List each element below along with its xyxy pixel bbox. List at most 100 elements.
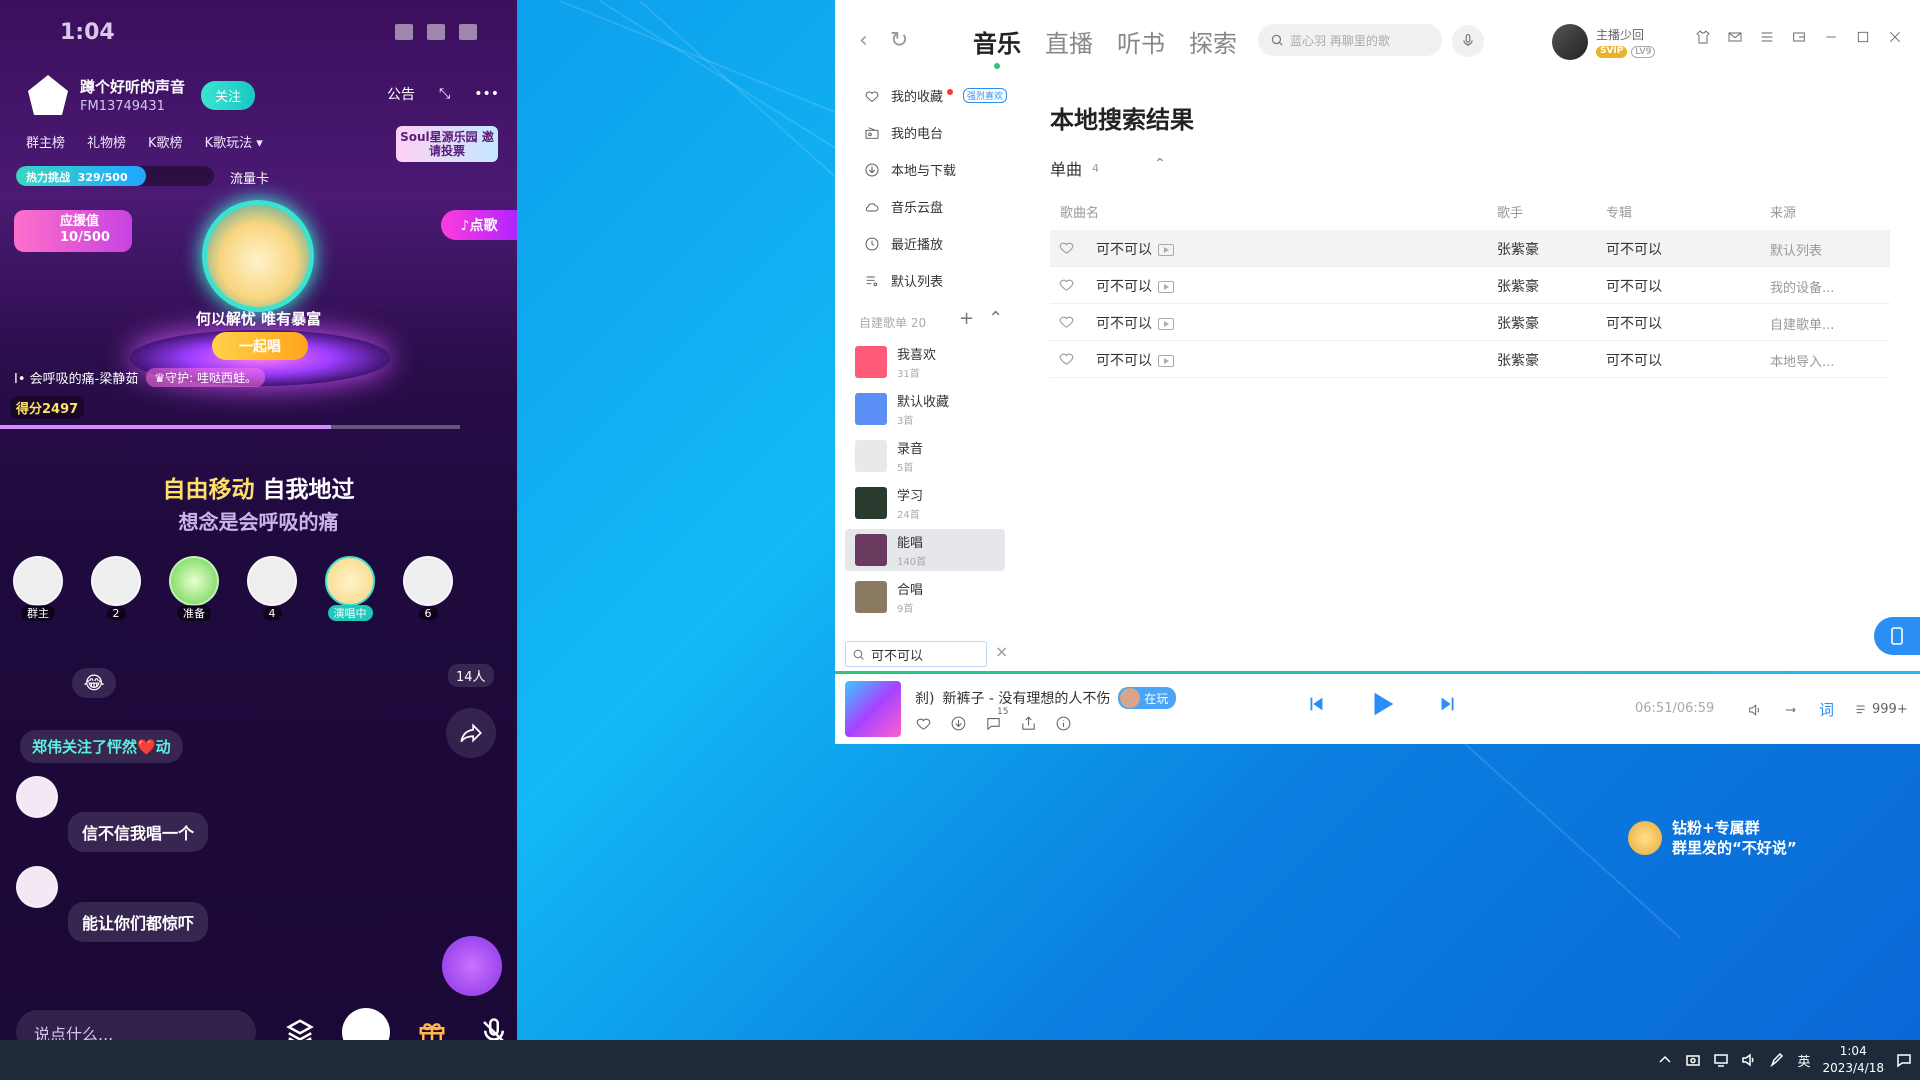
mv-icon[interactable]: [1158, 355, 1174, 367]
album-cell[interactable]: 可不可以: [1606, 276, 1662, 296]
guard-badge[interactable]: ♛守护: 哇哒西蛙。: [146, 368, 265, 387]
chevron-up-icon[interactable]: [1657, 1052, 1673, 1068]
minimize-button[interactable]: [1822, 28, 1840, 46]
announcement-button[interactable]: 公告: [387, 84, 415, 104]
info-icon[interactable]: [1055, 715, 1072, 732]
tab-music[interactable]: 音乐: [973, 24, 1021, 69]
heart-icon[interactable]: [915, 715, 932, 732]
album-cell[interactable]: 可不可以: [1606, 350, 1662, 370]
search-input[interactable]: 蓝心羽 再聊里的歌: [1258, 24, 1442, 56]
col-artist[interactable]: 歌手: [1497, 202, 1523, 221]
add-playlist-icon[interactable]: +: [959, 308, 974, 329]
playback-progress[interactable]: [835, 671, 1920, 674]
support-value-card[interactable]: 应援值 10/500: [14, 210, 132, 252]
maximize-button[interactable]: [1854, 28, 1872, 46]
album-cell[interactable]: 可不可以: [1606, 239, 1662, 259]
sidebar-item-radio[interactable]: 我的电台: [863, 123, 943, 142]
playlist-item[interactable]: 默认收藏 3首: [845, 388, 1005, 430]
artist-cell[interactable]: 张紫豪: [1497, 276, 1539, 296]
mic-seat[interactable]: 群主: [12, 556, 64, 621]
sidebar-item-cloud[interactable]: 音乐云盘: [863, 197, 943, 216]
chat-avatar[interactable]: [16, 866, 58, 908]
mail-button[interactable]: [1726, 28, 1744, 46]
clear-search-icon[interactable]: ×: [995, 642, 1008, 661]
play-icon[interactable]: [1367, 689, 1397, 719]
sidebar-item-favorites[interactable]: 我的收藏 强烈喜欢: [863, 86, 1008, 105]
volume-icon[interactable]: [1747, 702, 1763, 718]
artist-cell[interactable]: 张紫豪: [1497, 239, 1539, 259]
tab-gift-rank[interactable]: 礼物榜: [87, 132, 126, 151]
flow-card[interactable]: 流量卡: [230, 168, 269, 187]
local-search-input[interactable]: 可不可以: [845, 641, 987, 667]
volume-icon[interactable]: [1741, 1052, 1757, 1068]
user-profile[interactable]: 主播少回 SVIP LV9: [1552, 24, 1656, 60]
mini-mode-button[interactable]: [1790, 28, 1808, 46]
back-icon[interactable]: ‹: [859, 28, 868, 53]
like-button[interactable]: [1058, 239, 1075, 260]
play-mode-icon[interactable]: [1783, 702, 1799, 718]
sing-together-button[interactable]: 一起唱: [212, 332, 308, 360]
tab-owner-rank[interactable]: 群主榜: [26, 132, 65, 151]
follow-button[interactable]: 关注: [201, 80, 256, 110]
like-button[interactable]: [1058, 350, 1075, 371]
playlist-item[interactable]: 学习 24首: [845, 482, 1005, 524]
playlist-item[interactable]: 我喜欢 31首: [845, 341, 1005, 383]
album-cell[interactable]: 可不可以: [1606, 313, 1662, 333]
skin-button[interactable]: [1694, 28, 1712, 46]
heat-challenge-bar[interactable]: 热力挑战 329/500: [16, 166, 214, 186]
track-title[interactable]: 新裤子 - 没有理想的人不伤: [942, 688, 1110, 708]
table-row[interactable]: 可不可以 张紫豪 可不可以 本地导入...: [1050, 341, 1890, 378]
voice-search-button[interactable]: [1452, 25, 1484, 57]
user-avatar[interactable]: [1552, 24, 1588, 60]
singer-avatar[interactable]: [202, 200, 314, 312]
tab-explore[interactable]: 探索: [1189, 24, 1237, 59]
more-icon[interactable]: •••: [474, 86, 499, 102]
minimize-icon[interactable]: ⤡: [439, 86, 450, 102]
mic-seat[interactable]: 2: [90, 556, 142, 621]
previous-icon[interactable]: [1305, 693, 1327, 715]
collapse-icon[interactable]: ⌃: [988, 308, 1003, 329]
ime-indicator[interactable]: 英: [1797, 1051, 1810, 1070]
table-row[interactable]: 可不可以 张紫豪 可不可以 我的设备...: [1050, 267, 1890, 304]
sidebar-item-default-list[interactable]: 默认列表: [863, 271, 943, 290]
people-count[interactable]: 14人: [448, 664, 494, 687]
mic-seat[interactable]: 4: [246, 556, 298, 621]
tab-k-play[interactable]: K歌玩法 ▾: [205, 132, 263, 151]
phone-connect-button[interactable]: [1874, 617, 1920, 655]
menu-button[interactable]: [1758, 28, 1776, 46]
col-source[interactable]: 来源: [1770, 202, 1796, 221]
table-row[interactable]: 可不可以 张紫豪 可不可以 默认列表: [1050, 230, 1890, 267]
close-button[interactable]: [1886, 28, 1904, 46]
mic-seat[interactable]: 准备: [168, 556, 220, 621]
download-icon[interactable]: [950, 715, 967, 732]
network-icon[interactable]: [1713, 1052, 1729, 1068]
taskbar-clock[interactable]: 1:04 2023/4/18: [1822, 1043, 1884, 1077]
tab-audiobook[interactable]: 听书: [1117, 24, 1165, 59]
artist-cell[interactable]: 张紫豪: [1497, 350, 1539, 370]
sidebar-item-local[interactable]: 本地与下载: [863, 160, 956, 179]
mv-icon[interactable]: [1158, 281, 1174, 293]
mv-icon[interactable]: [1158, 244, 1174, 256]
col-album[interactable]: 专辑: [1606, 202, 1632, 221]
tab-single[interactable]: 单曲 4: [1050, 156, 1099, 180]
chevron-up-icon[interactable]: ⌃: [1154, 156, 1166, 172]
album-cover[interactable]: [845, 681, 901, 737]
playlist-item[interactable]: 合唱 9首: [845, 576, 1005, 618]
room-avatar[interactable]: [28, 75, 68, 115]
playing-tag[interactable]: 在玩: [1118, 687, 1177, 709]
table-row[interactable]: 可不可以 张紫豪 可不可以 自建歌单...: [1050, 304, 1890, 341]
queue-button[interactable]: 999+: [1854, 702, 1908, 718]
mic-seat[interactable]: 6: [402, 556, 454, 621]
lyrics-button[interactable]: 词: [1819, 699, 1834, 720]
order-song-button[interactable]: ♪点歌: [441, 210, 517, 240]
camera-icon[interactable]: [1685, 1052, 1701, 1068]
like-button[interactable]: [1058, 313, 1075, 334]
col-song[interactable]: 歌曲名: [1060, 202, 1099, 221]
tab-live[interactable]: 直播: [1045, 24, 1093, 59]
pen-icon[interactable]: [1769, 1052, 1785, 1068]
soul-banner[interactable]: Soul星源乐园 邀请投票: [396, 126, 498, 162]
comment-button[interactable]: 15: [985, 707, 1008, 736]
like-button[interactable]: [1058, 276, 1075, 297]
mic-seat[interactable]: 演唱中: [324, 556, 376, 621]
tab-k-rank[interactable]: K歌榜: [148, 132, 183, 151]
